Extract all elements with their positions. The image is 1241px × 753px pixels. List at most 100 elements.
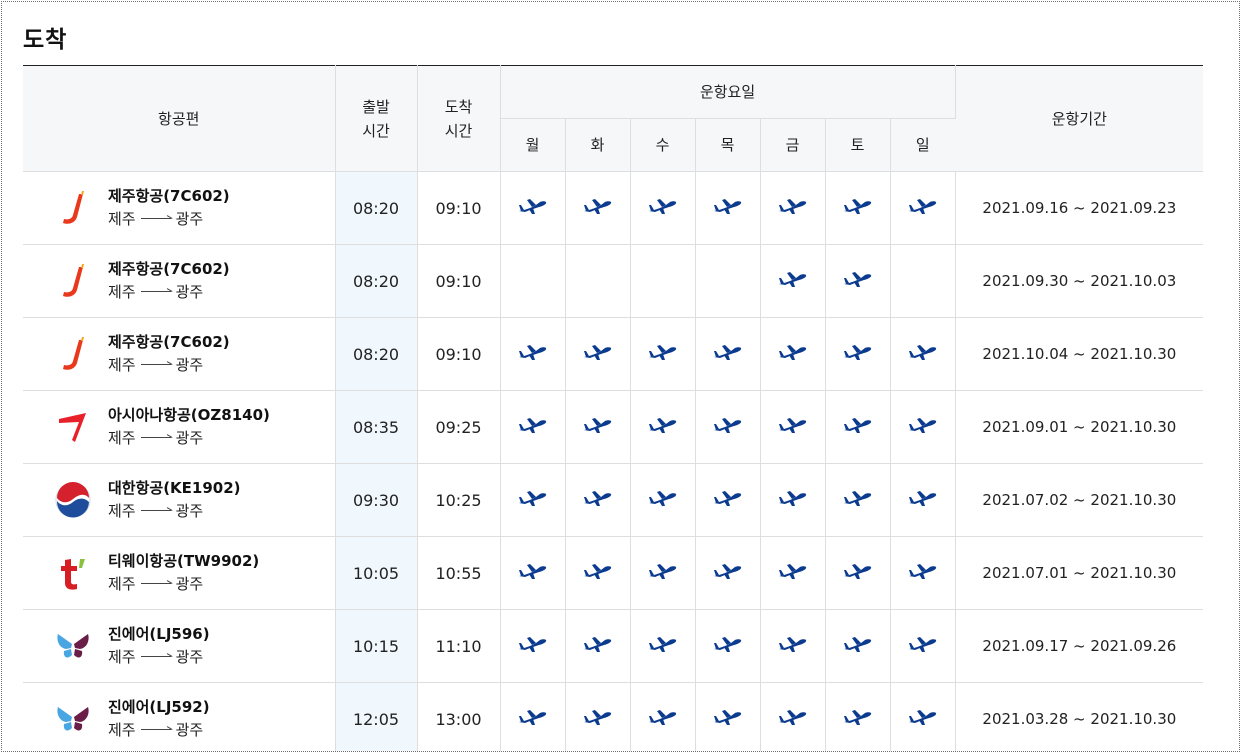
day-cell-sat: [825, 463, 891, 537]
plane-icon: [583, 562, 613, 580]
arrive-time: 09:10: [417, 244, 501, 318]
page-title: 도착: [23, 27, 68, 53]
plane-icon: [583, 489, 613, 507]
plane-icon: [778, 197, 808, 215]
plane-icon: [518, 562, 548, 580]
day-cell-sun: [890, 317, 956, 391]
depart-time: 10:05: [335, 536, 418, 610]
header-day-fri: 금: [760, 118, 826, 172]
jeju-air-logo-icon: [55, 190, 91, 226]
flight-cell: 진에어(LJ592) 제주 광주: [23, 682, 336, 751]
plane-icon: [843, 562, 873, 580]
day-cell-fri: [760, 244, 826, 318]
day-cell-mon: [500, 609, 566, 683]
arrive-time: 10:55: [417, 536, 501, 610]
flight-route: 제주 광주: [108, 426, 270, 450]
plane-icon: [908, 635, 938, 653]
plane-icon: [648, 197, 678, 215]
header-flight: 항공편: [23, 65, 336, 172]
arrival-schedule-table: 항공편 출발 시간 도착 시간 운항요일 운항기간 월 화 수 목 금 토 일 …: [23, 65, 1204, 751]
plane-icon: [583, 416, 613, 434]
header-operating-period: 운항기간: [955, 65, 1204, 172]
header-day-tue: 화: [565, 118, 631, 172]
table-row: 티웨이항공(TW9902) 제주 광주 10:05 10:55 2021.07.01 ~ …: [23, 536, 1204, 610]
table-row: 대한항공(KE1902) 제주 광주 09:30 10:25 2021.07.02 ~ 2…: [23, 463, 1204, 537]
day-cell-sun: [890, 463, 956, 537]
operating-period: 2021.10.04 ~ 2021.10.30: [955, 317, 1204, 391]
plane-icon: [713, 708, 743, 726]
depart-time: 08:35: [335, 390, 418, 464]
plane-icon: [843, 197, 873, 215]
route-arrow-icon: [140, 432, 171, 438]
flight-name: 제주항공(7C602): [108, 260, 230, 278]
day-cell-thu: [695, 390, 761, 464]
plane-icon: [648, 416, 678, 434]
day-cell-thu: [695, 463, 761, 537]
day-cell-tue: [565, 536, 631, 610]
plane-icon: [583, 708, 613, 726]
plane-icon: [518, 635, 548, 653]
operating-period: 2021.03.28 ~ 2021.10.30: [955, 682, 1204, 751]
jeju-air-logo-icon: [55, 263, 91, 299]
day-cell-wed: [630, 609, 696, 683]
day-cell-fri: [760, 317, 826, 391]
korean-air-logo-icon: [55, 482, 91, 518]
plane-icon: [908, 416, 938, 434]
page-frame: 도착 항공편 출발 시간 도착 시간 운항요일 운항기간 월 화 수 목 금 토…: [1, 1, 1240, 752]
route-from: 제주: [108, 283, 136, 301]
plane-icon: [713, 635, 743, 653]
header-day-mon: 월: [500, 118, 566, 172]
flight-name: 제주항공(7C602): [108, 187, 230, 205]
route-arrow-icon: [140, 213, 171, 219]
plane-icon: [713, 562, 743, 580]
route-to: 광주: [175, 210, 204, 228]
plane-icon: [778, 343, 808, 361]
route-to: 광주: [175, 283, 204, 301]
flight-name: 진에어(LJ596): [108, 625, 210, 643]
day-cell-wed: [630, 171, 696, 245]
day-cell-thu: [695, 244, 761, 318]
route-from: 제주: [108, 648, 136, 666]
arrive-time: 11:10: [417, 609, 501, 683]
header-arrive-time: 도착 시간: [417, 65, 501, 172]
header-depart-line1: 출발: [362, 97, 390, 116]
jinair-logo-icon: [55, 701, 91, 737]
day-cell-wed: [630, 317, 696, 391]
plane-icon: [518, 708, 548, 726]
tway-logo-icon: [55, 555, 91, 591]
day-cell-sun: [890, 171, 956, 245]
route-to: 광주: [175, 502, 204, 520]
plane-icon: [518, 489, 548, 507]
day-cell-fri: [760, 171, 826, 245]
day-cell-sun: [890, 244, 956, 318]
route-to: 광주: [175, 356, 204, 374]
plane-icon: [648, 708, 678, 726]
arrive-time: 09:25: [417, 390, 501, 464]
flight-route: 제주 광주: [108, 718, 210, 742]
route-from: 제주: [108, 502, 136, 520]
day-cell-mon: [500, 463, 566, 537]
table-header: 항공편 출발 시간 도착 시간 운항요일 운항기간 월 화 수 목 금 토 일: [23, 65, 1204, 172]
table-row: 제주항공(7C602) 제주 광주 08:20 09:10 2021.09.16 ~ 20…: [23, 171, 1204, 245]
flight-cell: 제주항공(7C602) 제주 광주: [23, 244, 336, 318]
flight-route: 제주 광주: [108, 280, 230, 304]
route-arrow-icon: [140, 724, 171, 730]
table-body: 제주항공(7C602) 제주 광주 08:20 09:10 2021.09.16 ~ 20…: [23, 171, 1204, 751]
day-cell-tue: [565, 244, 631, 318]
route-arrow-icon: [140, 505, 171, 511]
route-from: 제주: [108, 210, 136, 228]
header-day-sat: 토: [825, 118, 891, 172]
jeju-air-logo-icon: [55, 336, 91, 372]
plane-icon: [713, 489, 743, 507]
route-to: 광주: [175, 429, 204, 447]
header-depart-line2: 시간: [362, 121, 390, 140]
route-arrow-icon: [140, 578, 171, 584]
day-cell-sun: [890, 609, 956, 683]
depart-time: 08:20: [335, 244, 418, 318]
route-to: 광주: [175, 575, 204, 593]
plane-icon: [843, 270, 873, 288]
day-cell-sun: [890, 536, 956, 610]
day-cell-thu: [695, 536, 761, 610]
day-cell-thu: [695, 171, 761, 245]
operating-period: 2021.07.01 ~ 2021.10.30: [955, 536, 1204, 610]
